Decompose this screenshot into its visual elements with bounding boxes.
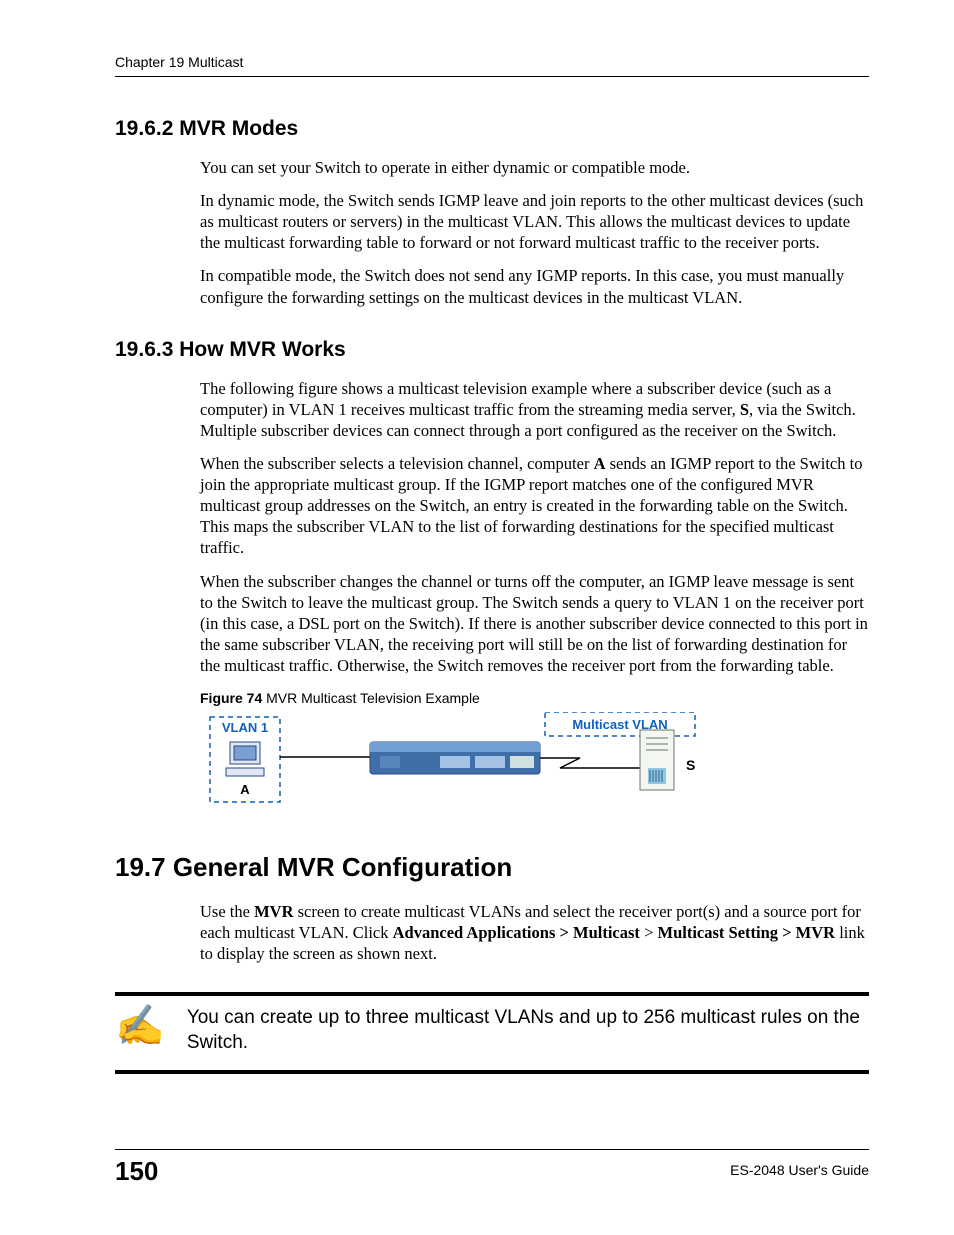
body-text: When the subscriber selects a television… bbox=[200, 453, 869, 559]
heading-how-mvr-works: 19.6.3 How MVR Works bbox=[115, 338, 869, 362]
figure-caption: Figure 74 MVR Multicast Television Examp… bbox=[200, 690, 869, 706]
body-text: The following figure shows a multicast t… bbox=[200, 378, 869, 441]
page-number: 150 bbox=[115, 1156, 158, 1187]
note-text: You can create up to three multicast VLA… bbox=[187, 1006, 869, 1055]
body-text: You can set your Switch to operate in ei… bbox=[200, 157, 869, 178]
figure-label-a: A bbox=[240, 782, 250, 797]
note-block: ✍ You can create up to three multicast V… bbox=[115, 992, 869, 1073]
figure-label-vlan1: VLAN 1 bbox=[222, 720, 268, 735]
chapter-label: Chapter 19 Multicast bbox=[115, 54, 243, 70]
body-text: In compatible mode, the Switch does not … bbox=[200, 265, 869, 307]
guide-name: ES-2048 User's Guide bbox=[730, 1156, 869, 1178]
figure-mvr-diagram: VLAN 1 A Multicast VLAN bbox=[200, 712, 720, 812]
page-header: Chapter 19 Multicast bbox=[115, 54, 869, 77]
heading-general-mvr-config: 19.7 General MVR Configuration bbox=[115, 852, 869, 883]
body-text: Use the MVR screen to create multicast V… bbox=[200, 901, 869, 964]
note-icon: ✍ bbox=[115, 1006, 165, 1046]
body-text: In dynamic mode, the Switch sends IGMP l… bbox=[200, 190, 869, 253]
figure-label-s: S bbox=[686, 757, 695, 773]
page-footer: 150 ES-2048 User's Guide bbox=[115, 1149, 869, 1187]
heading-mvr-modes: 19.6.2 MVR Modes bbox=[115, 117, 869, 141]
body-text: When the subscriber changes the channel … bbox=[200, 571, 869, 677]
